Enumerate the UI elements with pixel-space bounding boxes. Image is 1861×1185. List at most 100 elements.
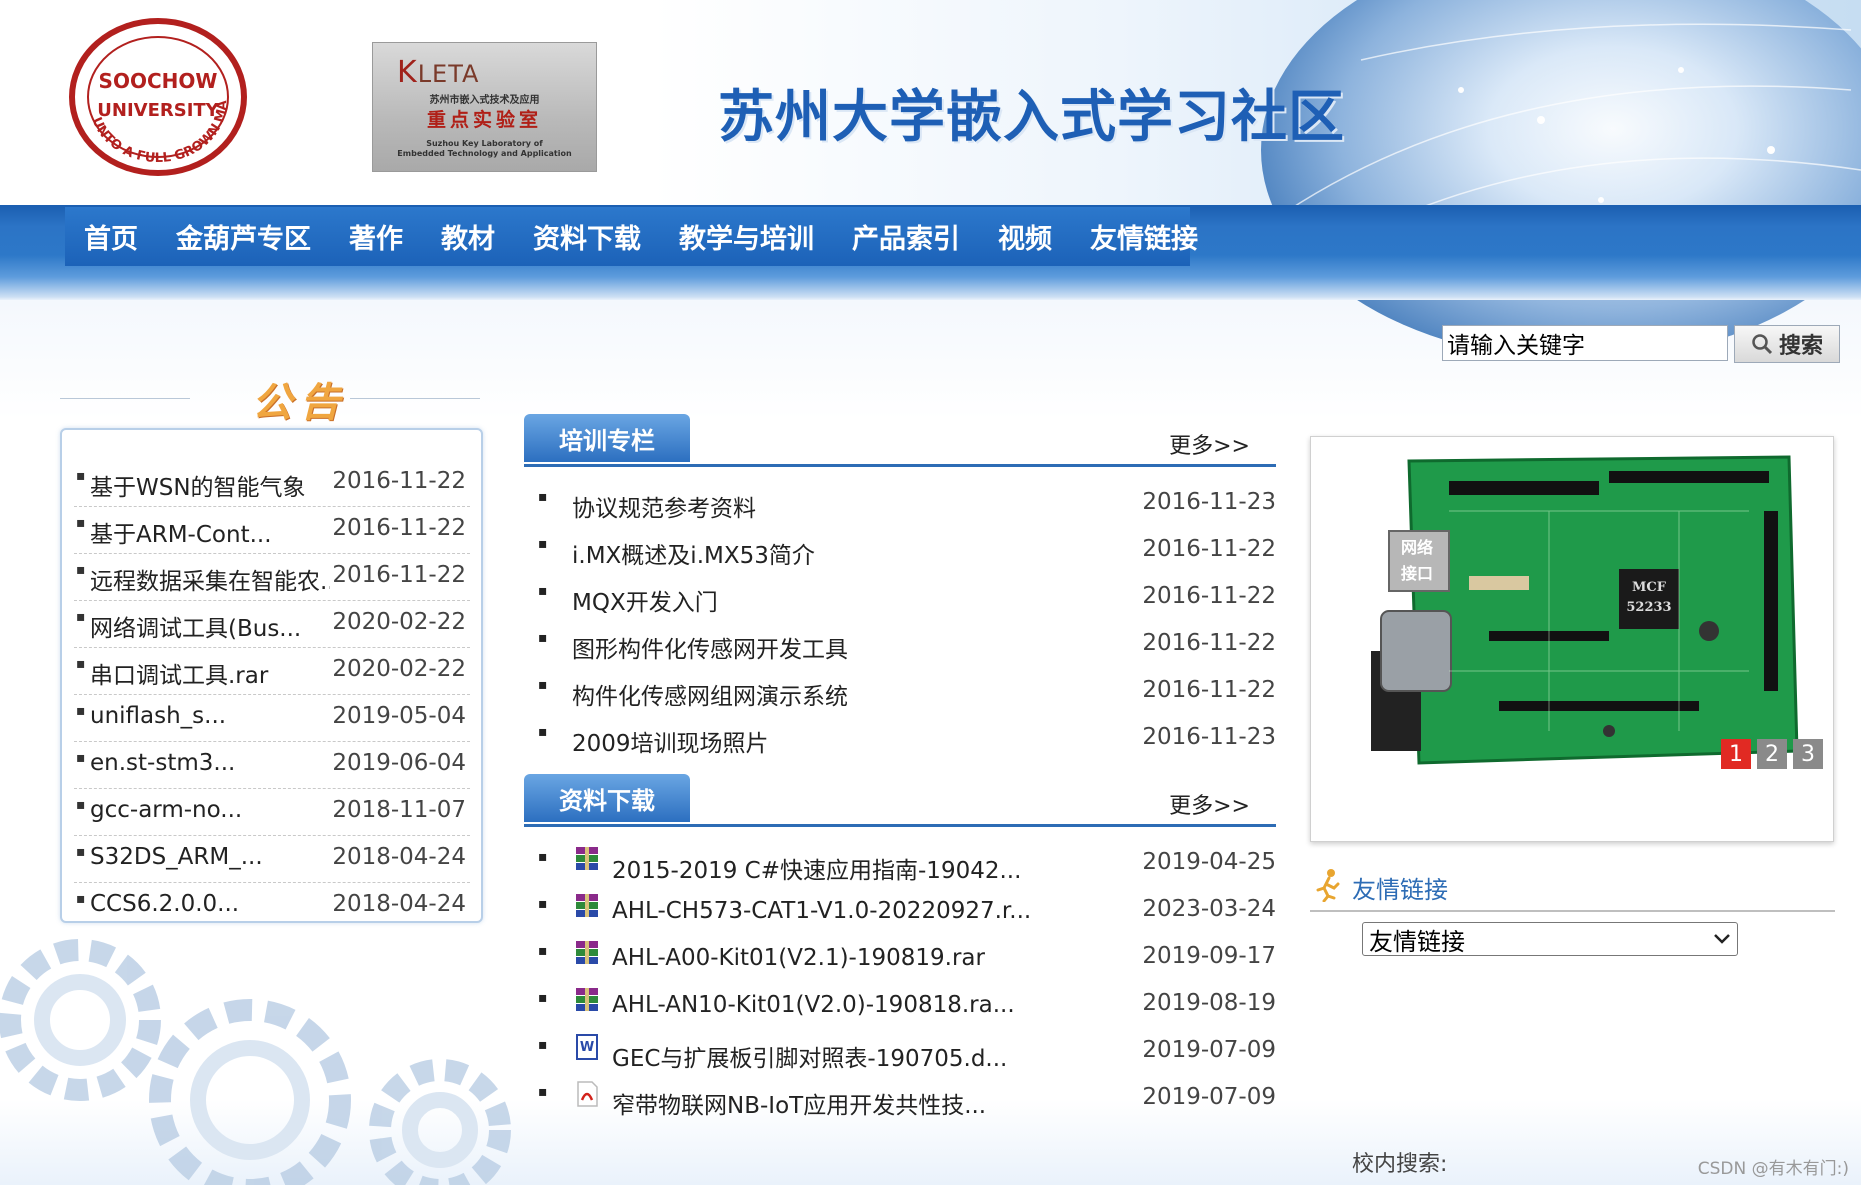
nav-item-home[interactable]: 首页 <box>65 217 157 256</box>
nav-item-downloads[interactable]: 资料下载 <box>514 217 660 256</box>
svg-text:W: W <box>580 1040 594 1055</box>
svg-text:SOOCHOW: SOOCHOW <box>99 69 218 93</box>
rar-archive-icon <box>576 894 598 917</box>
list-item[interactable]: ▪ 2009培训现场照片 2016-11-23 <box>524 714 1276 761</box>
notice-item[interactable]: ▪ 基于WSN的智能气象 2016-11-22 <box>74 460 470 507</box>
svg-text:MCF: MCF <box>1632 580 1667 595</box>
links-dropdown[interactable]: 友情链接 <box>1362 922 1738 956</box>
notice-box: ▪ 基于WSN的智能气象 2016-11-22 ▪ 基于ARM-Cont... 2016… <box>60 428 483 923</box>
kleta-lab-logo: KLETA 苏州市嵌入式技术及应用 重点实验室 Suzhou Key Labor… <box>372 42 597 172</box>
downloads-section-header: 资料下载 更多>> <box>524 774 1276 827</box>
bullet-icon: ▪ <box>538 724 548 740</box>
list-item[interactable]: ▪ 协议规范参考资料 2016-11-23 <box>524 479 1276 526</box>
chevron-down-icon <box>1714 934 1730 944</box>
nav-item-videos[interactable]: 视频 <box>979 217 1071 256</box>
notice-item[interactable]: ▪ 基于ARM-Cont... 2016-11-22 <box>74 507 470 554</box>
bullet-icon: ▪ <box>538 849 548 865</box>
notice-item[interactable]: ▪ en.st-stm3... 2019-06-04 <box>74 742 470 789</box>
list-item[interactable]: ▪ AHL-CH573-CAT1-V1.0-20220927.r... 2023-… <box>524 886 1276 933</box>
notice-divider-right <box>350 398 480 399</box>
circuit-board-image: 网络 接口 MCF 52233 <box>1349 451 1799 771</box>
bullet-icon: ▪ <box>538 990 548 1006</box>
list-item[interactable]: ▪ 2015-2019 C#快速应用指南-19042... 2019-04-25 <box>524 839 1276 886</box>
nav-item-publications[interactable]: 著作 <box>330 217 422 256</box>
notice-item[interactable]: ▪ gcc-arm-no... 2018-11-07 <box>74 789 470 836</box>
site-search-label: 校内搜索: <box>1352 1152 1448 1177</box>
watermark: CSDN @有木有门:) <box>1697 1159 1849 1179</box>
bullet-icon: ▪ <box>538 630 548 646</box>
soochow-university-logo: UNTO A FULL GROWN MAN SOOCHOW UNIVERSITY <box>68 18 247 176</box>
notice-header: 公告 <box>60 370 480 426</box>
kleta-line1: 苏州市嵌入式技术及应用 <box>429 95 540 106</box>
search-button[interactable]: 搜索 <box>1734 325 1840 363</box>
bullet-icon: ▪ <box>76 609 86 625</box>
slide-page-2-button[interactable]: 2 <box>1757 739 1787 769</box>
notice-divider-left <box>60 398 190 399</box>
notice-item[interactable]: ▪ 远程数据采集在智能农... 2016-11-22 <box>74 554 470 601</box>
slide-page-3-button[interactable]: 3 <box>1793 739 1823 769</box>
bullet-icon: ▪ <box>76 703 86 719</box>
downloads-more-link[interactable]: 更多>> <box>1169 788 1250 820</box>
notice-item[interactable]: ▪ CCS6.2.0.0... 2018-04-24 <box>74 883 470 929</box>
bullet-icon: ▪ <box>538 489 548 505</box>
kleta-line2: 重点实验室 <box>426 109 542 131</box>
pdf-file-icon <box>577 1081 598 1107</box>
list-item[interactable]: ▪ i.MX概述及i.MX53简介 2016-11-22 <box>524 526 1276 573</box>
search-input[interactable] <box>1442 325 1728 361</box>
kleta-line3: Suzhou Key Laboratory of Embedded Technol… <box>397 139 572 158</box>
nav-item-jinhulu[interactable]: 金葫芦专区 <box>157 217 330 256</box>
downloads-section: 资料下载 更多>> ▪ 2015-2019 C#快速应用指南-19042... 2… <box>524 774 1276 1121</box>
bullet-icon: ▪ <box>538 677 548 693</box>
list-item[interactable]: ▪ AHL-AN10-Kit01(V2.0)-190818.ra... 2019-… <box>524 980 1276 1027</box>
links-header: 友情链接 <box>1310 866 1835 912</box>
training-section: 培训专栏 更多>> ▪ 协议规范参考资料 2016-11-23 ▪ i.MX概述及i.… <box>524 414 1276 761</box>
list-item[interactable]: ▪ AHL-A00-Kit01(V2.1)-190819.rar 2019-09-… <box>524 933 1276 980</box>
bullet-icon: ▪ <box>76 656 86 672</box>
site-title: 苏州大学嵌入式学习社区 <box>718 85 1345 150</box>
bullet-icon: ▪ <box>76 468 86 484</box>
training-list: ▪ 协议规范参考资料 2016-11-23 ▪ i.MX概述及i.MX53简介 2016… <box>524 479 1276 761</box>
nav-item-links[interactable]: 友情链接 <box>1071 217 1217 256</box>
links-title: 友情链接 <box>1352 876 1448 904</box>
notice-item[interactable]: ▪ 串口调试工具.rar 2020-02-22 <box>74 648 470 695</box>
notice-item[interactable]: ▪ uniflash_s... 2019-05-04 <box>74 695 470 742</box>
rar-archive-icon <box>576 847 598 870</box>
downloads-list: ▪ 2015-2019 C#快速应用指南-19042... 2019-04-25 … <box>524 839 1276 1121</box>
links-dropdown-value: 友情链接 <box>1369 927 1465 956</box>
list-item[interactable]: ▪ MQX开发入门 2016-11-22 <box>524 573 1276 620</box>
notice-item[interactable]: ▪ S32DS_ARM_... 2018-04-24 <box>74 836 470 883</box>
nav-item-textbooks[interactable]: 教材 <box>422 217 514 256</box>
svg-text:接口: 接口 <box>1401 564 1433 583</box>
list-item[interactable]: ▪ 图形构件化传感网开发工具 2016-11-22 <box>524 620 1276 667</box>
tab-downloads[interactable]: 资料下载 <box>524 774 690 822</box>
list-item[interactable]: ▪ 窄带物联网NB-IoT应用开发共性技... 2019-07-09 <box>524 1074 1276 1121</box>
notice-list: ▪ 基于WSN的智能气象 2016-11-22 ▪ 基于ARM-Cont... 2016… <box>74 460 470 929</box>
nav-item-teaching[interactable]: 教学与培训 <box>660 217 833 256</box>
training-more-link[interactable]: 更多>> <box>1169 428 1250 460</box>
search-button-label: 搜索 <box>1778 334 1823 359</box>
main-nav: 首页 金葫芦专区 著作 教材 资料下载 教学与培训 产品索引 视频 友情链接 <box>65 207 1198 266</box>
notice-item[interactable]: ▪ 网络调试工具(Bus... 2020-02-22 <box>74 601 470 648</box>
tab-training[interactable]: 培训专栏 <box>524 414 690 462</box>
svg-text:52233: 52233 <box>1626 600 1671 615</box>
bullet-icon: ▪ <box>76 562 86 578</box>
list-item[interactable]: ▪ 构件化传感网组网演示系统 2016-11-22 <box>524 667 1276 714</box>
svg-text:UNIVERSITY: UNIVERSITY <box>97 100 219 121</box>
slide-page-1-button[interactable]: 1 <box>1721 739 1751 769</box>
svg-text:网络: 网络 <box>1401 538 1433 557</box>
nav-item-products[interactable]: 产品索引 <box>833 217 979 256</box>
list-item[interactable]: ▪ W GEC与扩展板引脚对照表-190705.d... 2019-07-09 <box>524 1027 1276 1074</box>
notice-title: 公告 <box>252 379 348 426</box>
training-section-header: 培训专栏 更多>> <box>524 414 1276 467</box>
bullet-icon: ▪ <box>76 844 86 860</box>
bullet-icon: ▪ <box>538 583 548 599</box>
bullet-icon: ▪ <box>76 750 86 766</box>
slideshow-pager: 1 2 3 <box>1721 739 1823 769</box>
kleta-name: KLETA <box>397 55 480 90</box>
bullet-icon: ▪ <box>76 891 86 907</box>
bullet-icon: ▪ <box>538 536 548 552</box>
bullet-icon: ▪ <box>538 896 548 912</box>
running-person-icon <box>1316 869 1340 902</box>
bullet-icon: ▪ <box>538 1084 548 1100</box>
product-slideshow: 网络 接口 MCF 52233 1 2 3 <box>1310 436 1834 842</box>
